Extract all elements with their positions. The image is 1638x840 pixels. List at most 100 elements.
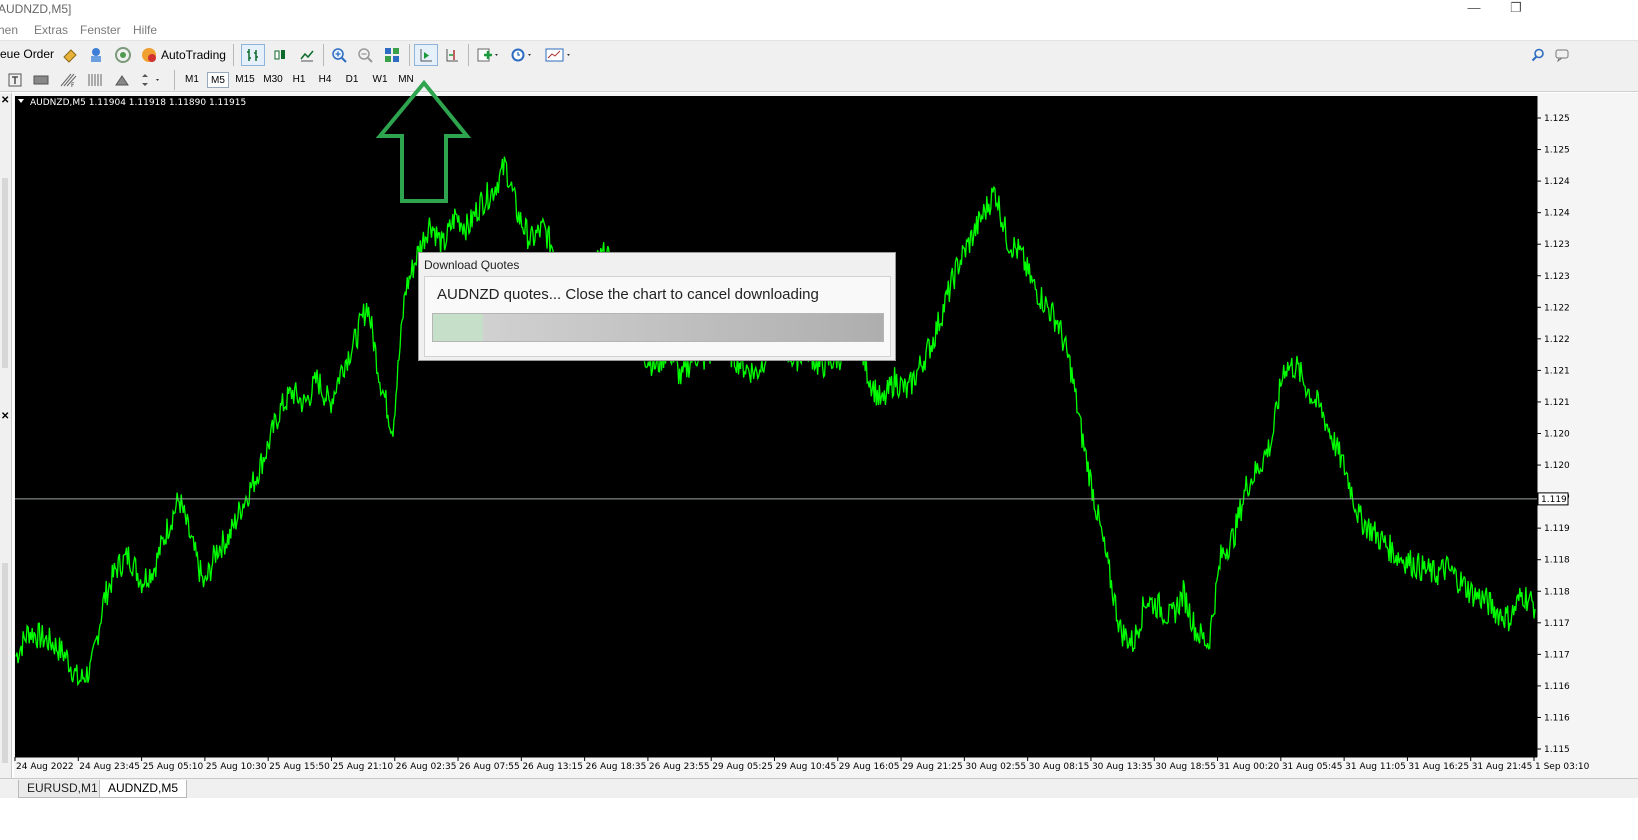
time-tick-label: 31 Aug 00:20 bbox=[1219, 762, 1280, 772]
dialog-title: Download Quotes bbox=[424, 258, 520, 272]
title-bar: AUDNZD,M5] — ❐ bbox=[0, 0, 1638, 18]
tab-eurusd-m1[interactable]: EURUSD,M1 bbox=[18, 780, 107, 798]
price-tick-label: 1.121 bbox=[1544, 366, 1570, 376]
zoom-out-icon[interactable] bbox=[354, 45, 376, 65]
market-watch-icon[interactable] bbox=[86, 45, 106, 65]
periods-clock-icon[interactable] bbox=[508, 45, 536, 65]
price-tick-label: 1.117 bbox=[1544, 650, 1570, 660]
time-tick-label: 1 Sep 03:10 bbox=[1535, 762, 1590, 772]
menu-item-window[interactable]: Fenster bbox=[80, 23, 121, 37]
timeframe-m15[interactable]: M15 bbox=[233, 72, 257, 88]
chart-header: AUDNZD,M5 1.11904 1.11918 1.11890 1.1191… bbox=[30, 98, 246, 108]
candlestick-chart-icon[interactable] bbox=[269, 45, 291, 65]
price-tick-label: 1.119 bbox=[1544, 524, 1570, 534]
time-tick-label: 29 Aug 10:45 bbox=[776, 762, 837, 772]
bar-chart-icon[interactable] bbox=[241, 44, 265, 66]
fibonacci-tool-icon[interactable]: F bbox=[57, 71, 79, 89]
time-tick-label: 26 Aug 07:55 bbox=[459, 762, 520, 772]
menu-bar: hen Extras Fenster Hilfe bbox=[0, 20, 1638, 38]
indicators-icon[interactable] bbox=[475, 45, 503, 65]
tile-windows-icon[interactable] bbox=[381, 45, 403, 65]
price-tick-label: 1.124 bbox=[1544, 177, 1570, 187]
price-tick-label: 1.123 bbox=[1544, 272, 1570, 282]
price-chart[interactable]: 1.125 1.125 1.124 1.124 1.123 1.123 1.122 1.122… bbox=[14, 93, 1638, 778]
price-tick-label: 1.120 bbox=[1544, 461, 1570, 471]
time-tick-label: 25 Aug 05:10 bbox=[143, 762, 204, 772]
chart-shift-icon[interactable] bbox=[441, 45, 463, 65]
download-quotes-dialog: Download Quotes AUDNZD quotes... Close t… bbox=[418, 252, 896, 361]
time-tick-label: 29 Aug 21:25 bbox=[902, 762, 963, 772]
time-tick-label: 25 Aug 21:10 bbox=[332, 762, 393, 772]
text-tool-icon[interactable] bbox=[6, 71, 24, 89]
signals-icon[interactable] bbox=[113, 45, 133, 65]
window-title: AUDNZD,M5] bbox=[0, 2, 72, 16]
price-tick-label: 1.120 bbox=[1544, 430, 1570, 440]
toolbar-separator bbox=[468, 44, 469, 66]
chart-plot-area bbox=[15, 96, 1537, 757]
zoom-in-icon[interactable] bbox=[328, 45, 350, 65]
close-market-watch-icon[interactable]: ✕ bbox=[1, 95, 9, 106]
price-tick-label: 1.118 bbox=[1544, 556, 1570, 566]
price-tick-label: 1.115 bbox=[1544, 745, 1570, 755]
chart-window[interactable]: 1.125 1.125 1.124 1.124 1.123 1.123 1.122 1.122… bbox=[14, 93, 1638, 778]
toolbar-separator bbox=[174, 70, 175, 90]
timeframe-m1[interactable]: M1 bbox=[181, 72, 203, 88]
minimize-button[interactable]: — bbox=[1452, 0, 1496, 18]
new-order-label: eue Order bbox=[0, 47, 55, 61]
time-tick-label: 24 Aug 23:45 bbox=[79, 762, 140, 772]
line-studies-toolbar: F M1 M5 M15 M30 H1 H4 D1 W1 MN bbox=[0, 68, 1638, 92]
current-price-label: 1.119 bbox=[1541, 495, 1567, 505]
price-tick-label: 1.116 bbox=[1544, 682, 1570, 692]
autotrading-label: AutoTrading bbox=[161, 48, 226, 62]
new-order-button[interactable]: eue Order bbox=[0, 45, 54, 63]
status-area bbox=[0, 798, 1638, 840]
templates-icon[interactable] bbox=[543, 45, 575, 65]
chat-icon[interactable] bbox=[1552, 45, 1572, 65]
left-panel-scrollbar[interactable] bbox=[2, 563, 8, 763]
autotrading-button[interactable]: AutoTrading bbox=[140, 45, 226, 65]
search-icon[interactable] bbox=[1528, 45, 1548, 65]
triangle-tool-icon[interactable] bbox=[112, 71, 132, 89]
time-tick-label: 31 Aug 11:05 bbox=[1345, 762, 1406, 772]
left-panel: ✕ ✕ bbox=[0, 93, 12, 780]
timeframe-h4[interactable]: H4 bbox=[315, 72, 335, 88]
tab-audnzd-m5[interactable]: AUDNZD,M5 bbox=[99, 780, 188, 798]
timeframe-m30[interactable]: M30 bbox=[261, 72, 285, 88]
time-tick-label: 30 Aug 02:55 bbox=[965, 762, 1026, 772]
menu-item-view[interactable]: hen bbox=[0, 23, 18, 37]
chart-tabs: EURUSD,M1 AUDNZD,M5 bbox=[0, 778, 1638, 798]
timeframe-h1[interactable]: H1 bbox=[289, 72, 309, 88]
menu-item-extras[interactable]: Extras bbox=[34, 23, 68, 37]
download-progress-bar bbox=[432, 313, 884, 342]
toolbar-separator bbox=[233, 44, 234, 66]
restore-button[interactable]: ❐ bbox=[1494, 0, 1538, 18]
left-panel-scrollbar[interactable] bbox=[2, 178, 8, 368]
timeframe-d1[interactable]: D1 bbox=[342, 72, 362, 88]
time-tick-label: 26 Aug 23:55 bbox=[649, 762, 710, 772]
toolbar-separator bbox=[323, 44, 324, 66]
arrows-tool-icon[interactable] bbox=[138, 71, 166, 89]
svg-text:F: F bbox=[71, 82, 75, 88]
menu-item-help[interactable]: Hilfe bbox=[133, 23, 157, 37]
price-tick-label: 1.125 bbox=[1544, 146, 1570, 156]
time-tick-label: 29 Aug 16:05 bbox=[839, 762, 900, 772]
auto-scroll-button[interactable] bbox=[414, 44, 438, 66]
download-progress-fill bbox=[433, 314, 483, 341]
dialog-message: AUDNZD quotes... Close the chart to canc… bbox=[437, 286, 819, 303]
time-tick-label: 25 Aug 15:50 bbox=[269, 762, 330, 772]
label-tool-icon[interactable] bbox=[31, 71, 51, 89]
time-tick-label: 26 Aug 13:15 bbox=[522, 762, 583, 772]
strategy-tester-icon[interactable] bbox=[60, 45, 80, 65]
time-tick-label: 30 Aug 18:55 bbox=[1155, 762, 1216, 772]
price-tick-label: 1.122 bbox=[1544, 335, 1570, 345]
line-chart-icon[interactable] bbox=[296, 45, 318, 65]
autotrading-icon bbox=[142, 48, 156, 62]
price-tick-label: 1.122 bbox=[1544, 303, 1570, 313]
timeframe-m5[interactable]: M5 bbox=[207, 72, 229, 88]
grid-tool-icon[interactable] bbox=[85, 71, 105, 89]
annotation-arrow bbox=[376, 79, 472, 203]
auto-scroll-icon bbox=[420, 49, 432, 62]
time-tick-label: 30 Aug 13:35 bbox=[1092, 762, 1153, 772]
close-navigator-icon[interactable]: ✕ bbox=[1, 411, 9, 422]
time-tick-label: 31 Aug 21:45 bbox=[1472, 762, 1533, 772]
